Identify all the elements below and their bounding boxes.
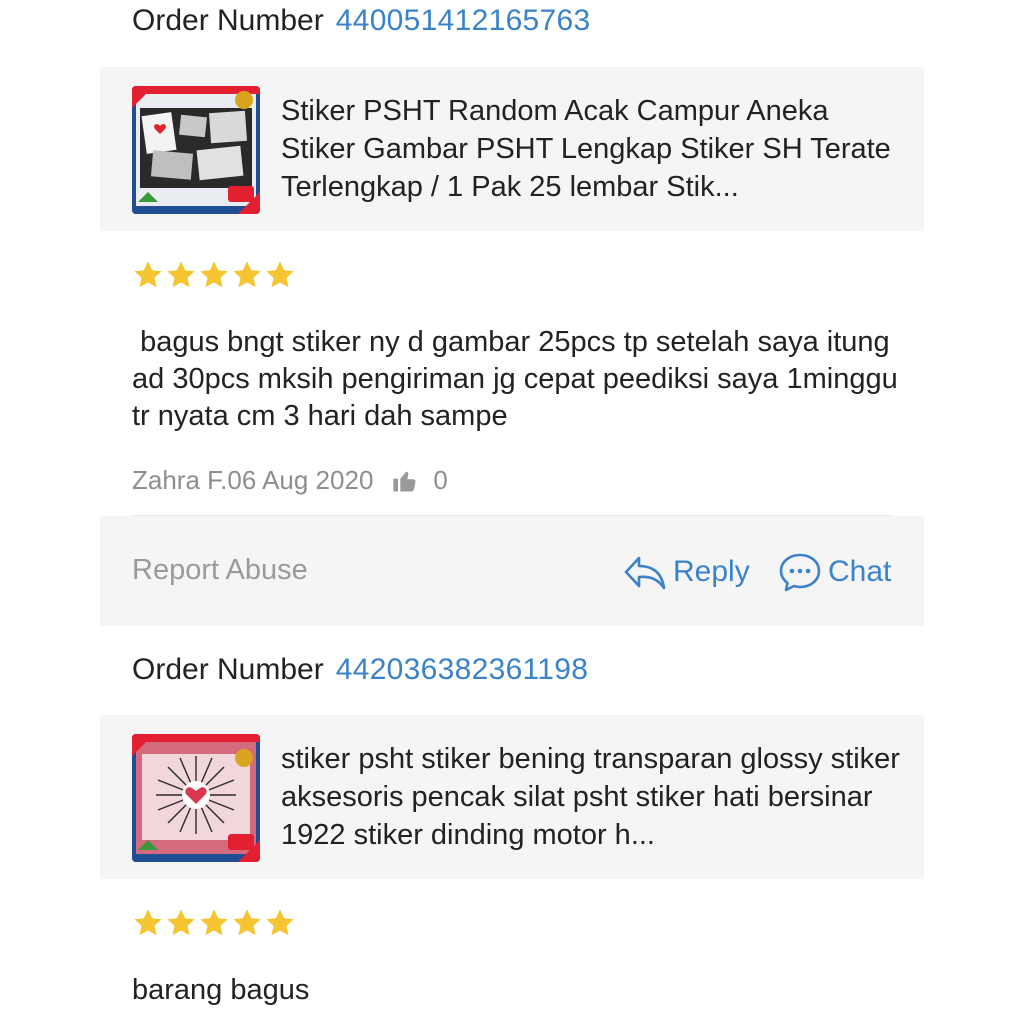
- star-icon: [167, 909, 195, 936]
- product-image: [132, 86, 260, 214]
- reply-button[interactable]: Reply: [623, 552, 750, 592]
- order-number-label: Order Number: [132, 4, 324, 37]
- chat-bubble-icon: [779, 553, 821, 592]
- review-actions-bar: Report Abuse Reply Chat: [100, 516, 924, 626]
- product-card[interactable]: Stiker PSHT Random Acak Campur Aneka Sti…: [100, 67, 924, 231]
- star-icon: [167, 261, 195, 288]
- product-title[interactable]: stiker psht stiker bening transparan glo…: [281, 740, 901, 854]
- star-icon: [233, 909, 261, 936]
- star-icon: [266, 261, 294, 288]
- product-card[interactable]: stiker psht stiker bening transparan glo…: [100, 715, 924, 879]
- star-icon: [266, 909, 294, 936]
- order-number-label: Order Number: [132, 653, 324, 686]
- rating-stars: [132, 259, 296, 291]
- report-abuse-link[interactable]: Report Abuse: [132, 554, 308, 587]
- star-icon: [134, 261, 162, 288]
- star-icon: [233, 261, 261, 288]
- order-number-row: Order Number 440051412165763: [132, 4, 591, 38]
- review-author-date: Zahra F.06 Aug 2020: [132, 465, 374, 495]
- review-meta: Zahra F.06 Aug 2020 0: [132, 465, 448, 496]
- star-icon: [134, 909, 162, 936]
- chat-label: Chat: [828, 555, 892, 588]
- reply-icon: [624, 556, 666, 590]
- rating-stars: [132, 907, 296, 939]
- star-icon: [200, 261, 228, 288]
- product-thumbnail: [132, 734, 260, 862]
- product-thumbnail: [132, 86, 260, 214]
- product-image: [132, 734, 260, 862]
- reply-label: Reply: [673, 555, 750, 588]
- review-text: barang bagus: [132, 974, 310, 1006]
- chat-button[interactable]: Chat: [778, 552, 891, 592]
- order-number-value[interactable]: 442036382361198: [336, 653, 589, 686]
- like-count: 0: [433, 465, 448, 495]
- star-icon: [200, 909, 228, 936]
- review-text: bagus bngt stiker ny d gambar 25pcs tp s…: [132, 326, 906, 432]
- order-number-value[interactable]: 440051412165763: [336, 4, 591, 37]
- product-title[interactable]: Stiker PSHT Random Acak Campur Aneka Sti…: [281, 92, 901, 206]
- thumbs-up-icon[interactable]: [391, 467, 419, 495]
- order-number-row: Order Number 442036382361198: [132, 653, 588, 687]
